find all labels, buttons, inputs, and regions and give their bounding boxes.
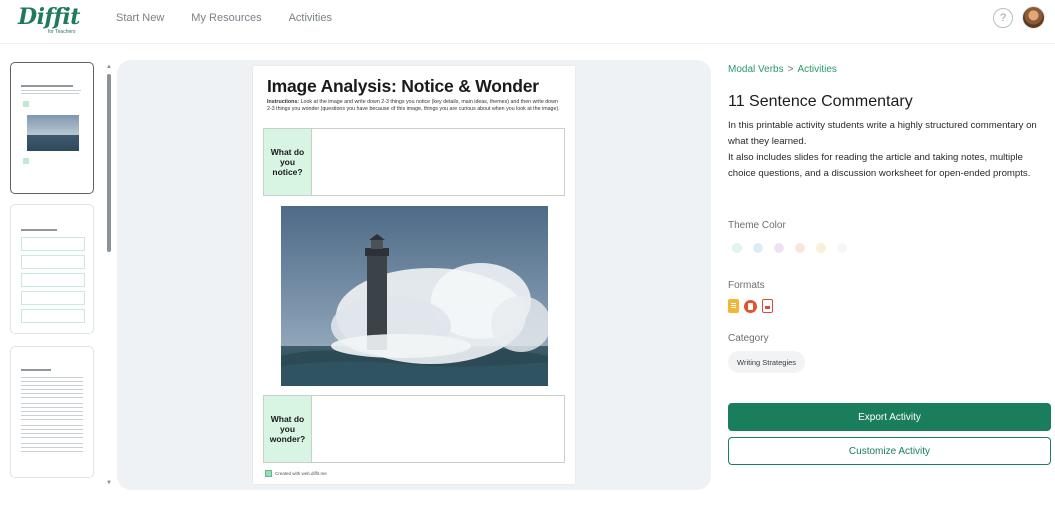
logo-subtext: for Teachers <box>48 29 76 35</box>
thumbnail-page-1[interactable] <box>10 62 94 194</box>
breadcrumb-activities[interactable]: Activities <box>797 64 836 75</box>
footer-text: Created with web.diffit.me <box>275 471 327 476</box>
export-activity-button[interactable]: Export Activity <box>728 403 1051 431</box>
nav-start-new[interactable]: Start New <box>116 12 164 24</box>
breadcrumb-modal-verbs[interactable]: Modal Verbs <box>728 64 784 75</box>
customize-activity-button[interactable]: Customize Activity <box>728 437 1051 465</box>
top-nav: Diffit for Teachers Start New My Resourc… <box>0 0 1055 44</box>
question-circle-icon[interactable]: ? <box>993 8 1013 28</box>
theme-swatch-yellow[interactable] <box>816 243 826 253</box>
lighthouse-image <box>281 206 548 386</box>
worksheet-instructions: Instructions: Look at the image and writ… <box>267 99 563 113</box>
pdf-icon[interactable] <box>762 299 773 313</box>
thumbnail-page-2[interactable] <box>10 204 94 334</box>
thumbnail-scrollbar[interactable]: ▲ ▼ <box>106 64 112 489</box>
scroll-thumb[interactable] <box>107 74 111 252</box>
theme-swatch-blue[interactable] <box>753 243 763 253</box>
theme-swatch-gray[interactable] <box>837 243 847 253</box>
google-docs-icon[interactable] <box>728 299 739 313</box>
category-tag[interactable]: Writing Strategies <box>728 351 806 373</box>
instructions-text: Look at the image and write down 2-3 thi… <box>267 99 560 112</box>
worksheet-footer: Created with web.diffit.me <box>265 470 327 477</box>
nav-activities[interactable]: Activities <box>289 12 332 24</box>
logo-text: Diffit <box>18 4 80 30</box>
notice-label: What do you notice? <box>264 129 312 195</box>
theme-swatch-peach[interactable] <box>795 243 805 253</box>
format-icons <box>728 299 773 313</box>
instructions-label: Instructions: <box>267 99 300 105</box>
description-paragraph-1: In this printable activity students writ… <box>728 120 1037 147</box>
avatar[interactable] <box>1022 6 1045 29</box>
diffit-logo[interactable]: Diffit for Teachers <box>18 6 88 36</box>
nav-my-resources[interactable]: My Resources <box>191 12 261 24</box>
main-nav: Start New My Resources Activities <box>116 12 332 24</box>
page-thumbnails <box>8 58 98 483</box>
scroll-down-icon[interactable]: ▼ <box>106 480 112 486</box>
scroll-up-icon[interactable]: ▲ <box>106 64 112 70</box>
worksheet-title: Image Analysis: Notice & Wonder <box>267 76 539 96</box>
breadcrumb: Modal Verbs > Activities <box>728 64 837 75</box>
theme-color-swatches <box>732 243 847 253</box>
activity-description: In this printable activity students writ… <box>728 118 1053 182</box>
theme-color-label: Theme Color <box>728 220 786 231</box>
wonder-box: What do you wonder? <box>263 395 565 463</box>
formats-label: Formats <box>728 280 765 291</box>
diffit-mark-icon <box>265 470 272 477</box>
theme-swatch-purple[interactable] <box>774 243 784 253</box>
description-paragraph-2: It also includes slides for reading the … <box>728 152 1031 179</box>
powerpoint-icon[interactable] <box>744 299 757 313</box>
thumbnail-page-3[interactable] <box>10 346 94 478</box>
wonder-label: What do you wonder? <box>264 396 312 462</box>
category-label: Category <box>728 333 769 344</box>
activity-title: 11 Sentence Commentary <box>728 93 913 110</box>
worksheet-page: Image Analysis: Notice & Wonder Instruct… <box>253 66 575 484</box>
notice-box: What do you notice? <box>263 128 565 196</box>
breadcrumb-separator: > <box>787 64 794 75</box>
theme-swatch-green[interactable] <box>732 243 742 253</box>
